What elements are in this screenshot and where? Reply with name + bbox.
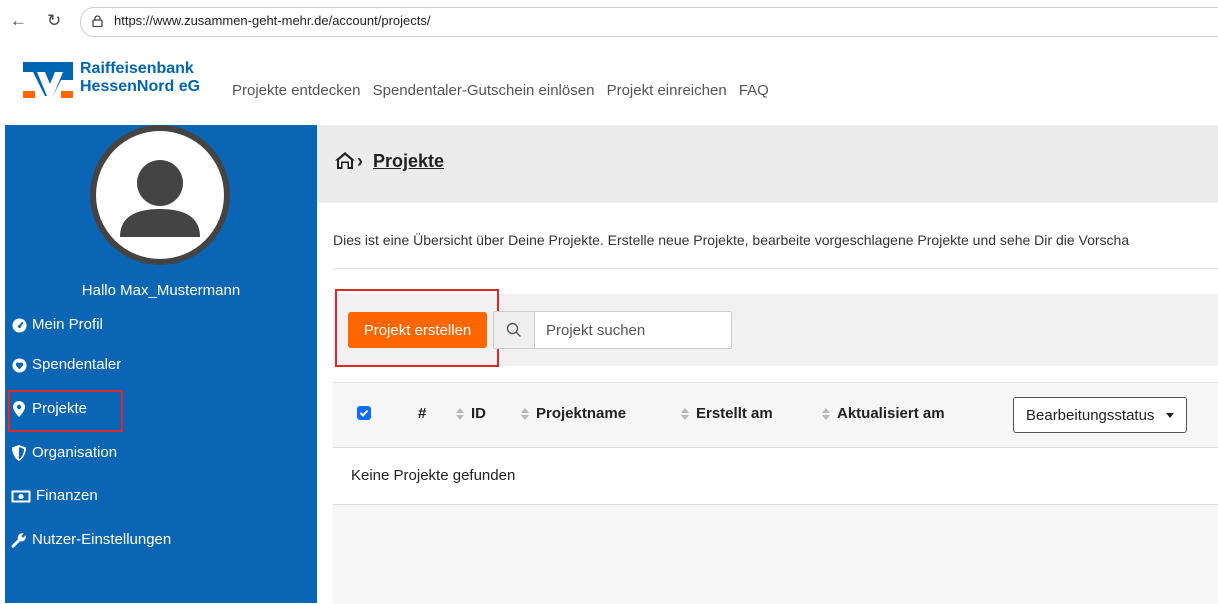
nav-projekte-entdecken[interactable]: Projekte entdecken bbox=[232, 82, 360, 99]
status-filter-dropdown[interactable]: Bearbeitungsstatus bbox=[1013, 397, 1187, 433]
highlight-box-projekte bbox=[8, 390, 123, 432]
sidebar-item-mein-profil[interactable]: Mein Profil bbox=[11, 312, 103, 338]
nav-gutschein-einloesen[interactable]: Spendentaler-Gutschein einlösen bbox=[373, 82, 595, 99]
column-header-projektname[interactable]: Projektname bbox=[520, 405, 626, 422]
project-search bbox=[493, 311, 738, 349]
column-header-number: # bbox=[418, 405, 426, 422]
caret-down-icon bbox=[1166, 413, 1174, 418]
sidebar-item-finanzen[interactable]: Finanzen bbox=[11, 483, 98, 509]
sidebar-item-organisation[interactable]: Organisation bbox=[11, 440, 117, 466]
home-icon[interactable] bbox=[335, 152, 355, 169]
sidebar-item-nutzer-einstellungen[interactable]: Nutzer-Einstellungen bbox=[11, 527, 171, 553]
heart-icon bbox=[11, 357, 27, 373]
search-icon bbox=[494, 312, 535, 348]
column-header-aktualisiert-am[interactable]: Aktualisiert am bbox=[821, 405, 945, 422]
dashboard-icon bbox=[11, 317, 27, 333]
divider bbox=[333, 268, 1218, 269]
user-greeting: Hallo Max_Mustermann bbox=[81, 282, 241, 299]
column-header-erstellt-am[interactable]: Erstellt am bbox=[680, 405, 773, 422]
highlight-box-create-button bbox=[335, 289, 499, 367]
bank-name-line2: HessenNord eG bbox=[80, 78, 201, 95]
sidebar-item-label: Spendentaler bbox=[32, 356, 122, 373]
column-header-label: Projektname bbox=[536, 405, 627, 422]
reload-icon[interactable]: ↻ bbox=[47, 11, 61, 31]
sidebar-item-spendentaler[interactable]: Spendentaler bbox=[11, 352, 121, 378]
volksbank-raiffeisenbank-logo-icon[interactable] bbox=[23, 62, 73, 100]
page-intro-text: Dies ist eine Übersicht über Deine Proje… bbox=[333, 232, 1130, 248]
breadcrumb: › Projekte bbox=[317, 125, 1218, 203]
status-filter-label: Bearbeitungsstatus bbox=[1026, 407, 1155, 424]
column-header-id[interactable]: ID bbox=[455, 405, 486, 422]
sort-icon bbox=[681, 407, 689, 420]
column-header-label: ID bbox=[471, 405, 486, 422]
sidebar-item-label: Finanzen bbox=[36, 487, 98, 504]
address-bar[interactable]: https://www.zusammen-geht-mehr.de/accoun… bbox=[80, 7, 1218, 37]
money-icon bbox=[11, 488, 31, 504]
sort-icon bbox=[456, 407, 464, 420]
column-header-label: Erstellt am bbox=[696, 405, 773, 422]
select-all-checkbox[interactable] bbox=[357, 406, 371, 420]
empty-state-text: Keine Projekte gefunden bbox=[351, 467, 516, 484]
url-text: https://www.zusammen-geht-mehr.de/accoun… bbox=[114, 13, 431, 28]
column-header-label: Aktualisiert am bbox=[837, 405, 945, 422]
checkmark-icon bbox=[359, 409, 369, 417]
avatar bbox=[90, 125, 230, 265]
column-header-label: # bbox=[418, 405, 427, 422]
account-sidebar: Hallo Max_Mustermann Mein Profil Spenden… bbox=[5, 125, 317, 603]
site-info-icon[interactable] bbox=[92, 15, 103, 27]
sidebar-item-label: Mein Profil bbox=[32, 316, 103, 333]
nav-projekt-einreichen[interactable]: Projekt einreichen bbox=[607, 82, 727, 99]
top-navigation: Projekte entdecken Spendentaler-Gutschei… bbox=[232, 82, 777, 99]
search-input[interactable] bbox=[535, 312, 738, 348]
page-title[interactable]: Projekte bbox=[373, 151, 444, 172]
site-header: Raiffeisenbank HessenNord eG Projekte en… bbox=[0, 44, 1218, 125]
shield-icon bbox=[11, 445, 27, 461]
sort-icon bbox=[521, 407, 529, 420]
sidebar-item-label: Nutzer-Einstellungen bbox=[32, 531, 172, 548]
sort-icon bbox=[822, 407, 830, 420]
browser-toolbar: ← ↻ https://www.zusammen-geht-mehr.de/ac… bbox=[0, 0, 1218, 45]
bank-name-line1: Raiffeisenbank bbox=[80, 60, 194, 77]
nav-faq[interactable]: FAQ bbox=[739, 82, 769, 99]
bank-name[interactable]: Raiffeisenbank HessenNord eG bbox=[80, 60, 200, 96]
user-silhouette-icon bbox=[96, 131, 224, 259]
back-arrow-icon[interactable]: ← bbox=[10, 11, 27, 31]
wrench-icon bbox=[11, 532, 27, 548]
sidebar-item-label: Organisation bbox=[32, 444, 118, 461]
breadcrumb-separator-icon: › bbox=[357, 151, 363, 171]
